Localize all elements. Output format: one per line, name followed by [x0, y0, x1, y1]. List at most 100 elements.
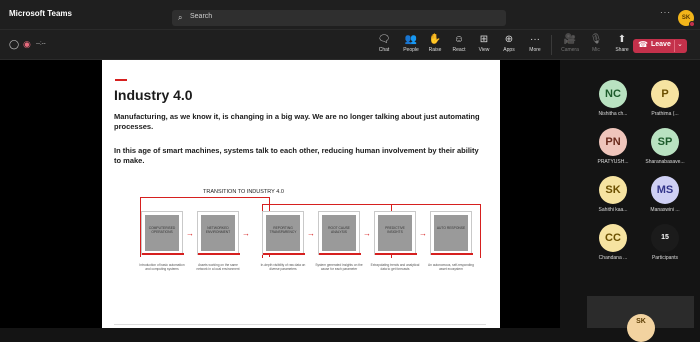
slide-footer-line — [114, 324, 486, 325]
accent-line — [115, 79, 127, 81]
step-box — [434, 215, 468, 251]
diagram-title: TRANSITION TO INDUSTRY 4.0 — [203, 189, 284, 195]
diagram-step: AUTO RESPONSE — [430, 211, 473, 255]
more-icon: ··· — [530, 34, 540, 45]
apps-icon: ⊕ — [504, 34, 514, 45]
participant-name: Manaswini ... — [650, 207, 680, 213]
toolbar-button-label: Raise — [428, 47, 442, 53]
participant-name: Chandana ... — [598, 255, 628, 261]
arrow-right-icon: → — [419, 229, 427, 238]
step-accent — [319, 253, 361, 255]
arrow-right-icon: → — [242, 229, 250, 238]
react-button[interactable]: ☺ React — [446, 33, 472, 53]
participant-avatar: 15 — [651, 224, 679, 252]
toolbar-button-label: More — [529, 47, 541, 53]
user-avatar-initials: SK — [681, 15, 691, 21]
shared-screen-stage: Industry 4.0 Manufacturing, as we know i… — [0, 60, 560, 328]
title-bar: Microsoft Teams ⌕ Search ··· SK — [0, 0, 700, 30]
toolbar-button-label: People — [403, 47, 419, 53]
step-label: NETWORKED ENVIRONMENT — [205, 226, 231, 234]
step-description: Introduction of basic automation and com… — [139, 263, 185, 271]
step-accent — [198, 253, 240, 255]
participant-tile[interactable]: PN PRATYUSH... — [585, 128, 641, 168]
arrow-right-icon: → — [307, 229, 315, 238]
mic-button[interactable]: 🎙 Mic — [583, 33, 609, 53]
toolbar-button-label: Camera — [561, 47, 579, 53]
participant-tile[interactable]: CC Chandana ... — [585, 224, 641, 264]
view-button[interactable]: ⊞ View — [471, 33, 497, 53]
raise-hand-icon: ✋ — [428, 34, 442, 45]
meeting-toolbar: ◯ ◉ --:-- 🗨 Chat 👥 People ✋ Raise ☺ React ⊞ View ⊕… — [0, 30, 700, 60]
local-avatar: SK — [627, 314, 655, 342]
step-description: In-depth visibility of raw data on diver… — [260, 263, 306, 271]
participant-name: Participants — [651, 255, 679, 261]
step-label: AUTO RESPONSE — [436, 226, 466, 230]
participant-tile[interactable]: P Prathima (... — [637, 80, 693, 120]
react-icon: ☺ — [453, 34, 465, 45]
view-icon: ⊞ — [479, 34, 489, 45]
participant-avatar: NC — [599, 80, 627, 108]
step-description: System generated insights on the cause f… — [315, 263, 363, 271]
user-avatar[interactable]: SK — [678, 10, 695, 27]
more-button[interactable]: ··· More — [522, 33, 548, 53]
step-label: ROOT CAUSE ANALYSIS — [328, 226, 350, 234]
raise-button[interactable]: ✋ Raise — [422, 33, 448, 53]
slide-paragraph-1: Manufacturing, as we know it, is changin… — [114, 112, 480, 131]
toolbar-button-label: Apps — [503, 47, 515, 53]
toolbar-button-label: Share — [615, 47, 629, 53]
toolbar-button-label: React — [452, 47, 466, 53]
participant-avatar: PN — [599, 128, 627, 156]
step-label: COMPUTERISED OPERATIONS — [148, 226, 176, 234]
people-button[interactable]: 👥 People — [398, 33, 424, 53]
participant-name: Prathima (... — [651, 111, 679, 117]
step-accent — [142, 253, 184, 255]
step-accent — [431, 253, 473, 255]
presentation-slide: Industry 4.0 Manufacturing, as we know i… — [102, 60, 500, 328]
participant-avatar: SP — [651, 128, 679, 156]
camera-off-icon: 🎥 — [563, 34, 577, 45]
participant-avatar: MS — [651, 176, 679, 204]
toolbar-button-label: Mic — [592, 47, 600, 53]
step-accent — [263, 253, 305, 255]
local-video-preview[interactable]: SK — [587, 296, 694, 342]
participant-name: Sharanabasave... — [645, 159, 685, 165]
participant-avatar: SK — [599, 176, 627, 204]
search-icon: ⌕ — [178, 13, 183, 22]
camera-button[interactable]: 🎥 Camera — [557, 33, 583, 53]
diagram-step: NETWORKED ENVIRONMENT — [197, 211, 240, 255]
step-description: Assets working on the same network in a … — [196, 263, 240, 271]
meeting-timer: --:-- — [36, 41, 46, 47]
search-box[interactable]: ⌕ Search — [172, 10, 506, 26]
participant-tile[interactable]: SK Sahithi kaa... — [585, 176, 641, 216]
participant-tile[interactable]: SP Sharanabasave... — [637, 128, 693, 168]
chat-icon: 🗨 — [377, 34, 391, 45]
more-options-icon[interactable]: ··· — [660, 8, 671, 17]
share-button[interactable]: ⬆ Share — [609, 33, 635, 53]
chat-button[interactable]: 🗨 Chat — [371, 33, 397, 53]
step-description: Extrapolating trends and analytical data… — [370, 263, 420, 271]
step-label: PREDICTIVE INSIGHTS — [385, 226, 405, 234]
share-icon: ⬆ — [617, 34, 627, 45]
arrow-right-icon: → — [363, 229, 371, 238]
leave-label: Leave — [651, 41, 671, 48]
diagram-step: COMPUTERISED OPERATIONS — [141, 211, 184, 255]
toolbar-button-label: View — [478, 47, 490, 53]
apps-button[interactable]: ⊕ Apps — [496, 33, 522, 53]
participant-avatar: CC — [599, 224, 627, 252]
slide-title: Industry 4.0 — [114, 87, 193, 103]
people-icon: 👥 — [404, 34, 418, 45]
search-placeholder: Search — [190, 13, 213, 20]
participant-name: Nishitha ch... — [598, 111, 628, 117]
participants-count-tile[interactable]: 15 Participants — [637, 224, 693, 264]
arrow-right-icon: → — [186, 229, 194, 238]
step-description: An autonomous, self-responding asset eco… — [428, 263, 474, 271]
chevron-down-icon[interactable]: ⌄ — [677, 40, 683, 48]
participant-tile[interactable]: NC Nishitha ch... — [585, 80, 641, 120]
participant-tile[interactable]: MS Manaswini ... — [637, 176, 693, 216]
leave-divider — [674, 40, 675, 52]
slide-paragraph-2: In this age of smart machines, systems t… — [114, 146, 479, 165]
participant-name: PRATYUSH... — [597, 159, 629, 165]
record-icon: ◉ — [23, 39, 31, 49]
leave-button[interactable]: ☎ Leave ⌄ — [633, 39, 687, 53]
toolbar-divider — [551, 35, 552, 55]
